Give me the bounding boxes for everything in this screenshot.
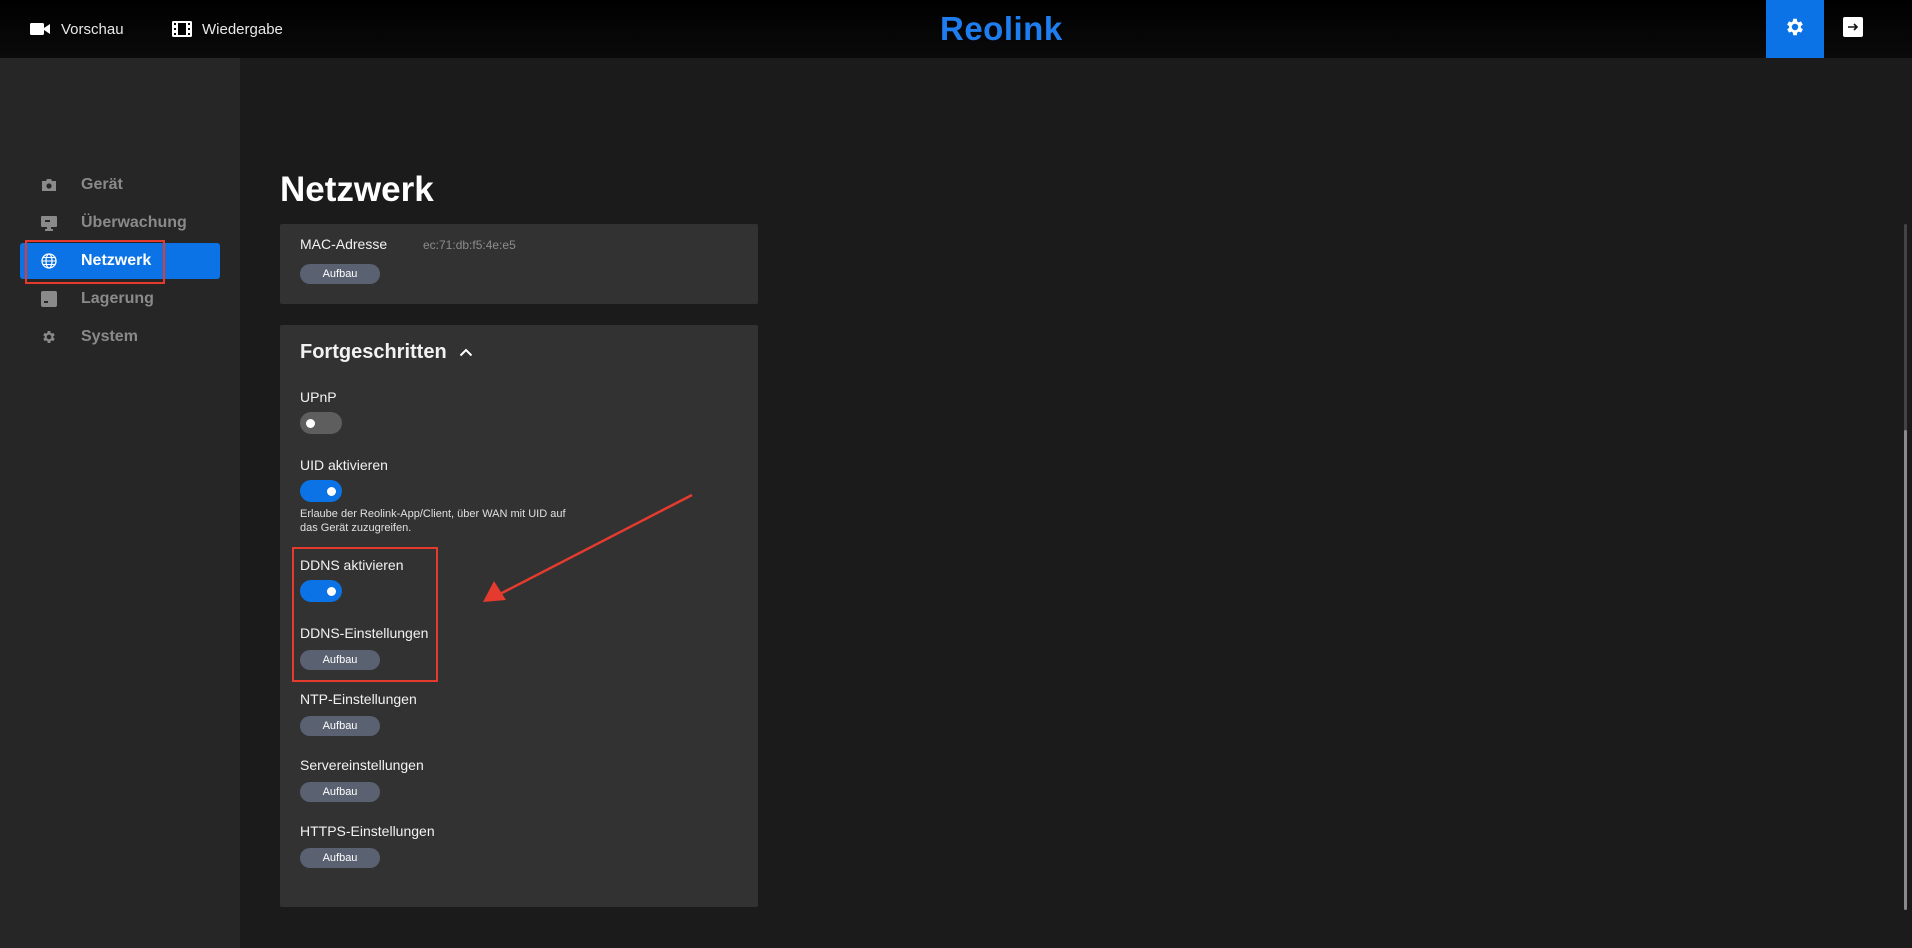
- ntp-setup-button[interactable]: Aufbau: [300, 716, 380, 736]
- upnp-toggle[interactable]: [300, 412, 342, 434]
- server-setup-button[interactable]: Aufbau: [300, 782, 380, 802]
- sidebar-item-label: Gerät: [81, 176, 123, 193]
- mac-setup-button[interactable]: Aufbau: [300, 264, 380, 284]
- sidebar-item-storage[interactable]: Lagerung: [20, 281, 220, 317]
- server-settings-label: Servereinstellungen: [300, 757, 424, 773]
- annotation-highlight-ddns: [292, 547, 438, 682]
- sidebar-item-monitoring[interactable]: Überwachung: [20, 205, 220, 241]
- preview-nav[interactable]: Vorschau: [30, 0, 124, 58]
- preview-label: Vorschau: [61, 20, 124, 38]
- video-camera-icon: [30, 21, 51, 37]
- sidebar-item-device[interactable]: Gerät: [20, 167, 220, 203]
- sidebar-item-system[interactable]: System: [20, 319, 220, 355]
- brand-logo: Reolink: [940, 10, 1063, 47]
- toggle-knob: [327, 487, 336, 496]
- mac-label: MAC-Adresse: [300, 236, 388, 252]
- advanced-title: Fortgeschritten: [300, 341, 447, 363]
- sidebar-item-label: Lagerung: [81, 290, 154, 307]
- sidebar-item-label: System: [81, 328, 138, 345]
- monitor-icon: [40, 214, 58, 232]
- playback-label: Wiedergabe: [202, 20, 283, 38]
- chevron-up-icon[interactable]: [459, 348, 473, 357]
- scrollbar-thumb[interactable]: [1904, 430, 1907, 910]
- gear-icon: [40, 328, 58, 346]
- https-setup-button[interactable]: Aufbau: [300, 848, 380, 868]
- https-settings-label: HTTPS-Einstellungen: [300, 823, 435, 839]
- annotation-highlight-sidebar: [25, 240, 165, 284]
- upnp-label: UPnP: [300, 389, 337, 405]
- mac-card: MAC-Adresse ec:71:db:f5:4e:e5 Aufbau: [280, 224, 758, 304]
- uid-toggle[interactable]: [300, 480, 342, 502]
- page-title: Netzwerk: [280, 170, 434, 209]
- top-bar: Vorschau Wiedergabe Reolink: [0, 0, 1912, 58]
- settings-button[interactable]: [1766, 0, 1824, 58]
- mac-value: ec:71:db:f5:4e:e5: [423, 238, 516, 252]
- sidebar-item-label: Überwachung: [81, 214, 187, 231]
- toggle-knob: [306, 419, 315, 428]
- storage-icon: [40, 290, 58, 308]
- logout-icon: [1843, 16, 1863, 42]
- gear-icon: [1784, 16, 1806, 43]
- logout-button[interactable]: [1824, 0, 1882, 58]
- ntp-settings-label: NTP-Einstellungen: [300, 691, 417, 707]
- film-icon: [172, 21, 192, 37]
- playback-nav[interactable]: Wiedergabe: [172, 0, 283, 58]
- annotation-arrow: [483, 493, 693, 602]
- uid-label: UID aktivieren: [300, 457, 388, 473]
- advanced-header[interactable]: Fortgeschritten: [300, 341, 473, 364]
- camera-icon: [40, 176, 58, 194]
